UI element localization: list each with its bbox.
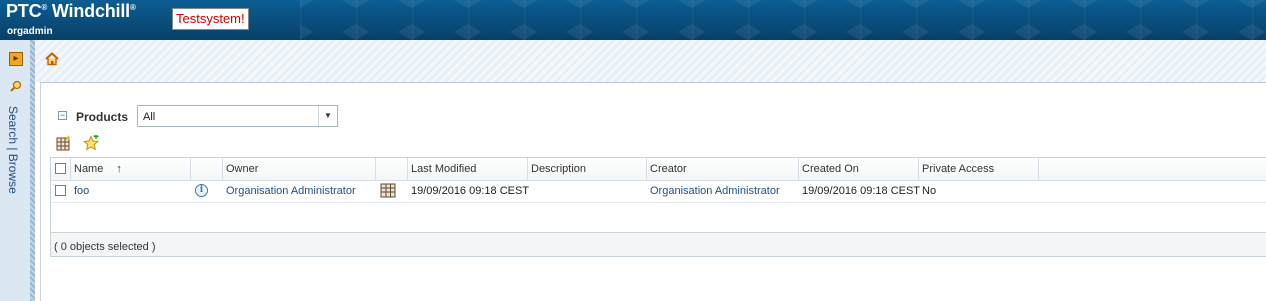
page-toolbar (35, 40, 1266, 82)
column-name[interactable]: Name ↑ (71, 158, 191, 180)
description-value (528, 180, 531, 202)
filter-value: All (143, 111, 156, 123)
brand-logo: PTC® Windchill® (6, 1, 136, 21)
products-table: Name ↑ Owner Last Modified Description C… (50, 157, 1266, 257)
current-user[interactable]: orgadmin (7, 26, 53, 37)
info-icon[interactable]: i (195, 184, 208, 197)
creator-link[interactable]: Organisation Administrator (647, 180, 780, 202)
table-footer: ( 0 objects selected ) (51, 232, 1266, 256)
app-header: PTC® Windchill® orgadmin Testsystem! (0, 0, 1266, 40)
select-all-checkbox[interactable] (55, 163, 66, 174)
column-info (191, 158, 223, 180)
created-on-value: 19/09/2016 09:18 CEST (802, 185, 921, 197)
column-creator[interactable]: Creator (647, 158, 799, 180)
table-header: Name ↑ Owner Last Modified Description C… (51, 158, 1266, 181)
home-icon[interactable] (44, 51, 60, 67)
product-type-icon (377, 183, 396, 205)
new-product-icon[interactable] (56, 135, 72, 151)
chevron-down-icon[interactable]: ▼ (318, 106, 337, 126)
header-pattern (300, 0, 1266, 40)
search-icon[interactable] (10, 80, 22, 95)
column-type (376, 158, 408, 180)
row-checkbox[interactable] (55, 185, 66, 196)
product-filter-select[interactable]: All ▼ (137, 105, 338, 127)
environment-badge: Testsystem! (172, 8, 249, 30)
table-row: foo i Organisation Administrator 19/09/2… (51, 180, 1266, 203)
nav-toggle-icon[interactable]: ▸ (9, 52, 23, 66)
collapse-icon[interactable]: − (58, 111, 67, 120)
column-last-modified[interactable]: Last Modified (408, 158, 528, 180)
sort-ascending-icon: ↑ (116, 163, 122, 175)
column-owner[interactable]: Owner (223, 158, 376, 180)
column-description[interactable]: Description (528, 158, 647, 180)
table-toolbar (56, 134, 107, 154)
column-created-on[interactable]: Created On (799, 158, 919, 180)
navigator-tabs: Search | Browse (6, 106, 28, 246)
column-private-access[interactable]: Private Access (919, 158, 1039, 180)
select-all-column (51, 158, 71, 180)
selection-status: ( 0 objects selected ) (54, 241, 156, 253)
last-modified-value: 19/09/2016 09:18 CEST (411, 185, 530, 197)
left-navigator: ▸ Search | Browse (0, 40, 35, 301)
private-access-value: No (922, 185, 937, 197)
products-title: Products (76, 110, 129, 124)
owner-link[interactable]: Organisation Administrator (223, 180, 356, 202)
favorite-star-icon[interactable] (83, 134, 100, 151)
tab-search-browse[interactable]: Search | Browse (6, 106, 20, 194)
product-name-link[interactable]: foo (71, 180, 89, 202)
